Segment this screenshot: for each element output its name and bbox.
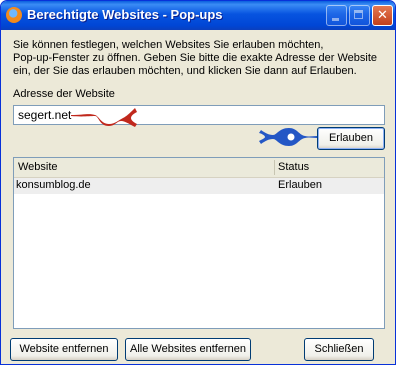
column-separator <box>274 160 275 175</box>
description-line: Sie können festlegen, welchen Websites S… <box>13 39 324 51</box>
window-title: Berechtigte Websites - Pop-ups <box>27 7 223 22</box>
title-bar[interactable]: Berechtigte Websites - Pop-ups ✕ <box>1 1 395 30</box>
firefox-icon <box>6 7 22 23</box>
description-line: ein, der Sie das erlauben möchten, und k… <box>13 65 357 77</box>
red-pointer-icon <box>71 108 137 127</box>
address-label: Adresse der Website <box>13 88 115 100</box>
column-header-website[interactable]: Website <box>18 161 58 173</box>
cell-status: Erlauben <box>278 179 323 191</box>
table-header: Website Status <box>14 158 384 178</box>
description-text: Sie können festlegen, welchen Websites S… <box>13 39 385 78</box>
blue-pointer-icon <box>259 128 317 146</box>
close-icon[interactable]: ✕ <box>372 5 393 26</box>
remove-website-button[interactable]: Website entfernen <box>10 338 118 361</box>
close-button[interactable]: Schließen <box>304 338 374 361</box>
maximize-icon[interactable] <box>349 5 370 26</box>
column-header-status[interactable]: Status <box>278 161 309 173</box>
dialog-window: Berechtigte Websites - Pop-ups ✕ Sie kön… <box>0 0 396 365</box>
table-row[interactable]: konsumblog.de Erlauben <box>14 178 384 194</box>
minimize-icon[interactable] <box>326 5 347 26</box>
remove-all-websites-button[interactable]: Alle Websites entfernen <box>125 338 251 361</box>
description-line: Pop-up-Fenster zu öffnen. Geben Sie bitt… <box>13 52 378 64</box>
allow-button[interactable]: Erlauben <box>317 127 385 150</box>
cell-website: konsumblog.de <box>16 179 91 191</box>
websites-table[interactable]: Website Status konsumblog.de Erlauben <box>13 157 385 329</box>
